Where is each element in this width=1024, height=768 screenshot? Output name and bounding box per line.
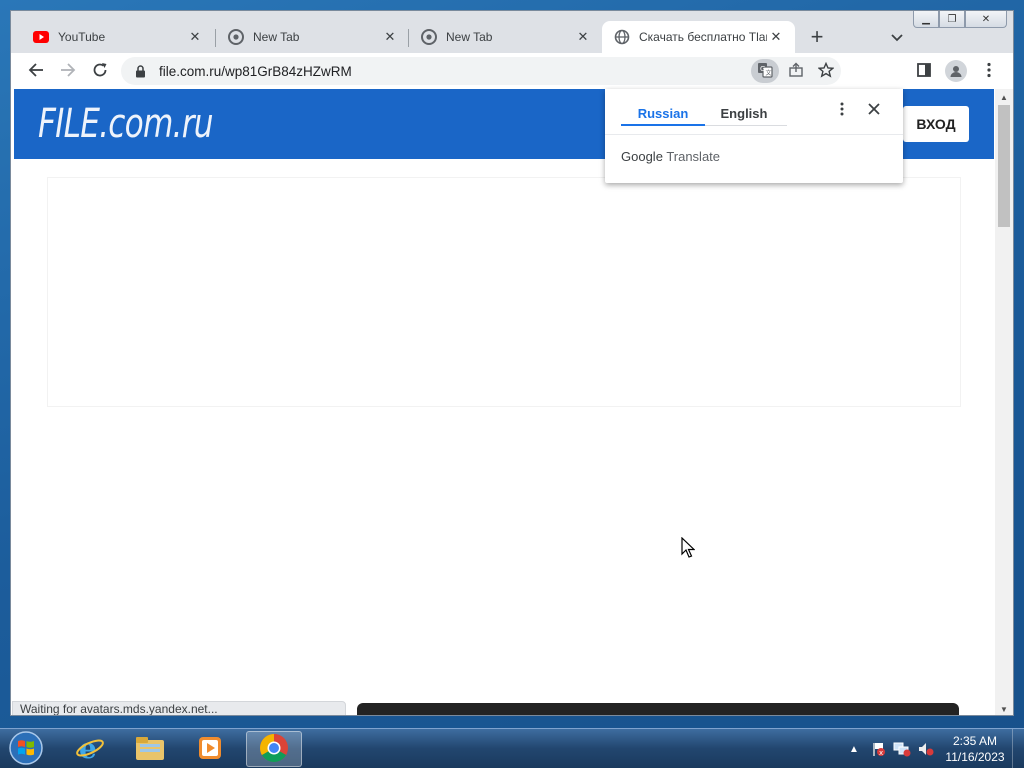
globe-icon: [614, 29, 630, 45]
google-translate-brand: Google Translate: [621, 149, 720, 164]
clock-time: 2:35 AM: [952, 734, 998, 748]
share-icon: [788, 62, 804, 81]
scroll-up-arrow-icon[interactable]: ▲: [995, 89, 1013, 105]
arrow-right-icon: [60, 62, 76, 81]
new-tab-button[interactable]: +: [805, 24, 829, 49]
close-tab-icon[interactable]: ✕: [574, 28, 592, 46]
side-panel-button[interactable]: [911, 58, 937, 84]
tab-title: New Tab: [253, 30, 300, 44]
tab-title: New Tab: [446, 30, 493, 44]
file-explorer-icon: [134, 734, 166, 765]
tab-youtube[interactable]: YouTube ✕: [21, 21, 214, 53]
arrow-left-icon: [28, 62, 44, 81]
omnibox-actions: G文: [751, 57, 841, 85]
chrome-icon: [259, 733, 289, 766]
windows-logo-icon: [8, 730, 44, 768]
person-icon: [945, 60, 967, 82]
maximize-button[interactable]: ❐: [939, 11, 965, 28]
tab-title: YouTube: [58, 30, 106, 44]
tab-new-tab-1[interactable]: New Tab ✕: [216, 21, 409, 53]
restore-icon: ❐: [947, 13, 957, 25]
translate-tab-source[interactable]: Russian: [621, 101, 705, 125]
tab-title: Скачать бесплатно Тlaк: [639, 30, 767, 44]
more-vert-icon: [840, 102, 844, 119]
brand-translate: Translate: [666, 149, 721, 164]
internet-explorer-icon: e: [75, 732, 105, 766]
share-button[interactable]: [781, 57, 811, 85]
chevron-up-icon: ▲: [849, 743, 859, 755]
show-desktop-button[interactable]: [1012, 729, 1024, 768]
youtube-icon: [33, 29, 49, 45]
translate-icon: G文: [757, 62, 773, 81]
scroll-down-arrow-icon[interactable]: ▼: [995, 701, 1013, 715]
window-controls: ▁ ❐ ✕: [913, 11, 1007, 29]
brand-google: Google: [621, 149, 663, 164]
taskbar: e ▲ x 2:35 AM 11/16/2023: [0, 728, 1024, 768]
content-placeholder: [47, 177, 961, 407]
close-tab-icon[interactable]: ✕: [186, 28, 204, 46]
taskbar-chrome[interactable]: [246, 731, 302, 767]
forward-button[interactable]: [55, 58, 81, 84]
lock-icon[interactable]: [133, 64, 147, 78]
reload-icon: [92, 62, 108, 81]
svg-text:文: 文: [766, 69, 772, 77]
volume-muted-icon[interactable]: [914, 737, 938, 761]
minimize-button[interactable]: ▁: [913, 11, 939, 28]
tab-new-tab-2[interactable]: New Tab ✕: [409, 21, 602, 53]
translate-tab-target[interactable]: English: [709, 101, 779, 125]
tab-active-download[interactable]: Скачать бесплатно Тlaк ✕: [602, 21, 795, 53]
close-tab-icon[interactable]: ✕: [381, 28, 399, 46]
menu-button[interactable]: [976, 58, 1002, 84]
translate-popup: Russian English Google Translate: [605, 89, 903, 183]
scrollbar-thumb[interactable]: [998, 105, 1010, 227]
translate-options-button[interactable]: [831, 99, 853, 121]
more-vert-icon: [987, 62, 991, 81]
url-text: file.com.ru/wp81GrB84zHZwRM: [159, 63, 352, 79]
network-icon[interactable]: [890, 737, 914, 761]
taskbar-file-explorer[interactable]: [122, 731, 178, 767]
clock-date: 11/16/2023: [945, 750, 1005, 764]
reload-button[interactable]: [87, 58, 113, 84]
system-tray: ▲ x 2:35 AM 11/16/2023: [842, 729, 1024, 768]
back-button[interactable]: [23, 58, 49, 84]
media-player-icon: [196, 734, 224, 765]
login-button[interactable]: ВХОД: [903, 106, 969, 142]
mouse-cursor-icon: [681, 536, 696, 561]
action-center-icon[interactable]: x: [866, 737, 890, 761]
bottom-banner: [357, 703, 959, 715]
start-button[interactable]: [4, 730, 48, 768]
minimize-icon: ▁: [922, 13, 930, 25]
address-bar[interactable]: file.com.ru/wp81GrB84zHZwRM G文: [121, 57, 841, 85]
star-icon: [817, 61, 835, 81]
taskbar-internet-explorer[interactable]: e: [62, 731, 118, 767]
tab-search-button[interactable]: [885, 25, 909, 49]
close-tab-icon[interactable]: ✕: [767, 28, 785, 46]
svg-text:x: x: [879, 749, 883, 757]
bookmark-button[interactable]: [811, 57, 841, 85]
side-panel-icon: [916, 62, 932, 81]
chrome-icon: [228, 29, 244, 45]
taskbar-media-player[interactable]: [182, 731, 238, 767]
site-logo[interactable]: FILE.com.ru: [38, 101, 214, 147]
vertical-scrollbar[interactable]: ▲ ▼: [995, 89, 1013, 715]
system-clock[interactable]: 2:35 AM 11/16/2023: [942, 733, 1008, 765]
show-hidden-icons-button[interactable]: ▲: [842, 737, 866, 761]
page-viewport: FILE.com.ru ВХОД Waiting for avatars.mds…: [11, 89, 995, 715]
chevron-down-icon: [891, 30, 903, 45]
divider: [605, 134, 903, 135]
browser-toolbar: file.com.ru/wp81GrB84zHZwRM G文: [11, 53, 1013, 89]
profile-button[interactable]: [943, 58, 969, 84]
close-icon: [868, 102, 880, 118]
selected-tab-indicator: [621, 124, 705, 126]
browser-window: YouTube ✕ New Tab ✕ New Tab ✕ Скачать бе…: [10, 10, 1014, 716]
translate-close-button[interactable]: [863, 99, 885, 121]
tab-strip: YouTube ✕ New Tab ✕ New Tab ✕ Скачать бе…: [11, 11, 1013, 53]
status-bubble: Waiting for avatars.mds.yandex.net...: [12, 701, 346, 715]
chrome-icon: [421, 29, 437, 45]
close-window-button[interactable]: ✕: [965, 11, 1007, 28]
close-icon: ✕: [981, 13, 991, 25]
translate-page-button[interactable]: G文: [751, 59, 779, 83]
